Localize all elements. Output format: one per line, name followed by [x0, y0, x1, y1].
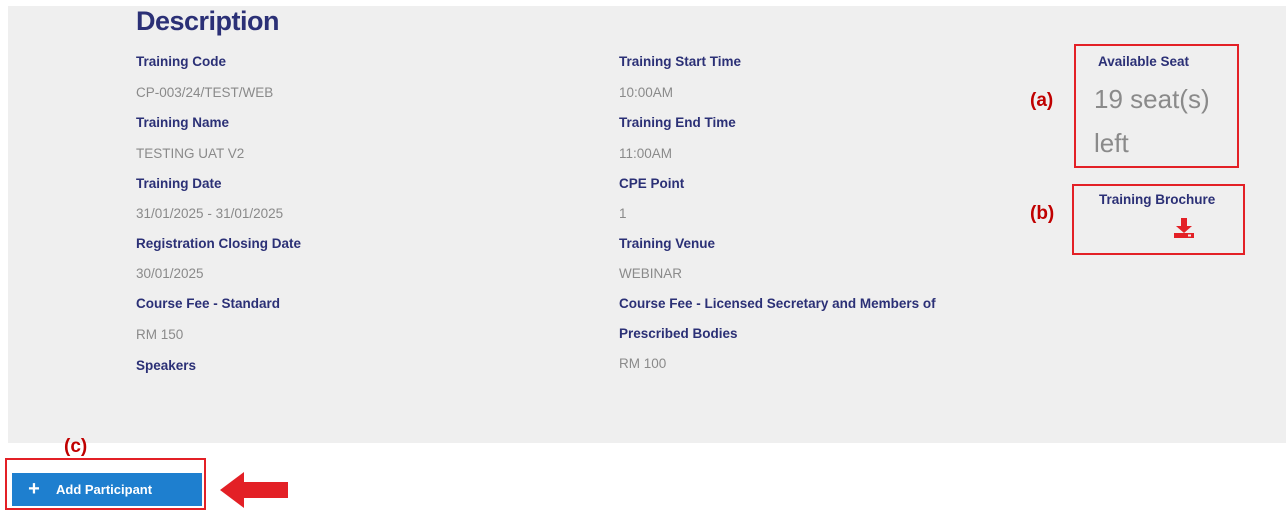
add-participant-button[interactable]: + Add Participant	[12, 473, 202, 506]
course-fee-licensed-label: Course Fee - Licensed Secretary and Memb…	[619, 296, 936, 311]
plus-icon: +	[28, 478, 40, 500]
training-start-time-label: Training Start Time	[619, 54, 742, 69]
course-fee-licensed-value: RM 100	[619, 356, 667, 371]
pointer-arrow-icon	[220, 470, 290, 510]
available-seat-label: Available Seat	[1098, 54, 1190, 69]
available-seat-suffix: left	[1094, 128, 1129, 158]
training-brochure-label: Training Brochure	[1099, 192, 1216, 207]
annotation-a: (a)	[1030, 90, 1054, 111]
training-end-time-label: Training End Time	[619, 115, 736, 130]
course-fee-licensed-label-line2: Prescribed Bodies	[619, 326, 738, 341]
annotation-c: (c)	[64, 436, 88, 457]
cpe-point-value: 1	[619, 206, 627, 221]
training-date-value: 31/01/2025 - 31/01/2025	[136, 206, 284, 221]
available-seat-count: 19 seat(s)	[1094, 84, 1210, 114]
training-venue-value: WEBINAR	[619, 266, 683, 281]
training-start-time-value: 10:00AM	[619, 85, 674, 100]
cpe-point-label: CPE Point	[619, 176, 685, 191]
training-name-value: TESTING UAT V2	[136, 146, 245, 161]
training-code-label: Training Code	[136, 54, 227, 69]
registration-closing-date-label: Registration Closing Date	[136, 236, 302, 251]
course-fee-standard-label: Course Fee - Standard	[136, 296, 281, 311]
training-date-label: Training Date	[136, 176, 222, 191]
page-title: Description	[136, 6, 280, 36]
course-fee-standard-value: RM 150	[136, 327, 184, 342]
speakers-label: Speakers	[136, 358, 197, 373]
training-name-label: Training Name	[136, 115, 230, 130]
registration-closing-date-value: 30/01/2025	[136, 266, 204, 281]
training-end-time-value: 11:00AM	[619, 146, 673, 161]
training-code-value: CP-003/24/TEST/WEB	[136, 85, 274, 100]
add-participant-label: Add Participant	[56, 482, 153, 497]
annotation-b: (b)	[1030, 203, 1055, 224]
download-icon[interactable]	[1173, 217, 1195, 239]
training-venue-label: Training Venue	[619, 236, 716, 251]
